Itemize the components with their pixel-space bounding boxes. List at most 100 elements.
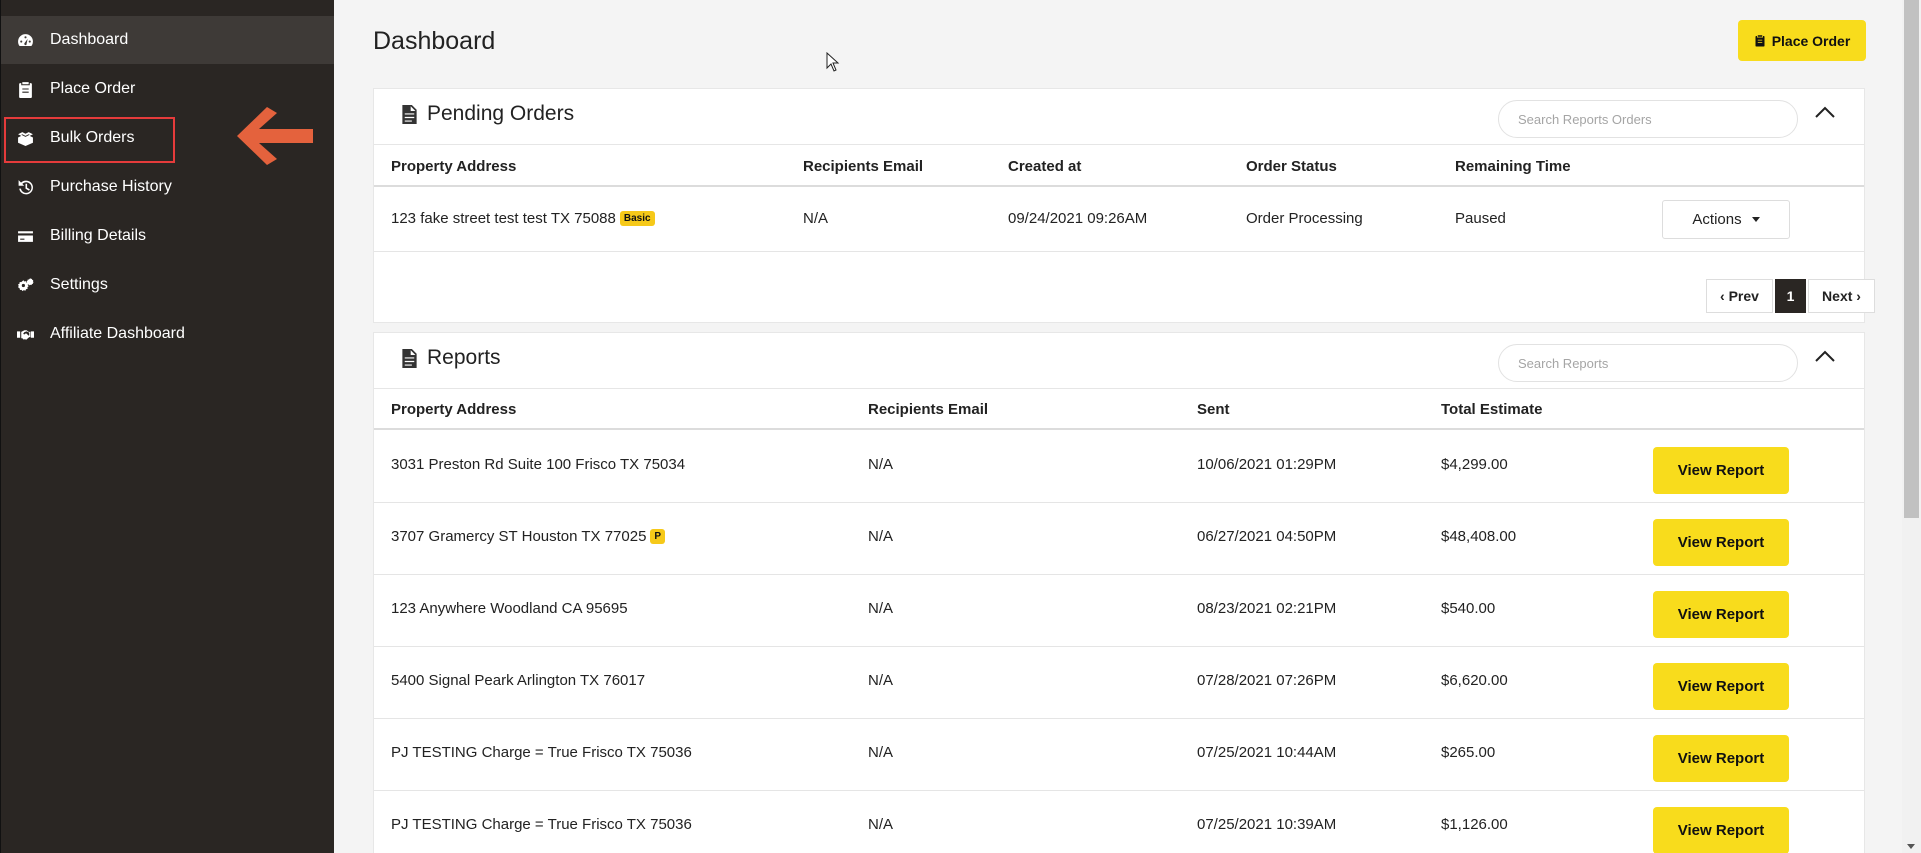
- recipients-email: N/A: [868, 456, 894, 473]
- reports-card: Reports Property Address Recipients Emai…: [373, 332, 1865, 853]
- page-title: Dashboard: [373, 27, 496, 55]
- card-header: Reports: [374, 333, 1864, 389]
- sent-date: 06/27/2021 04:50PM: [1197, 528, 1337, 545]
- table-row: 3031 Preston Rd Suite 100 Frisco TX 7503…: [374, 431, 1864, 503]
- card-title: Pending Orders: [402, 102, 574, 126]
- card-header: Pending Orders: [374, 89, 1864, 145]
- total-estimate: $265.00: [1441, 744, 1496, 761]
- place-order-button[interactable]: Place Order: [1738, 20, 1866, 61]
- sidebar-item-label: Purchase History: [50, 178, 172, 195]
- sent-date: 07/28/2021 07:26PM: [1197, 672, 1337, 689]
- column-header: Property Address: [391, 401, 517, 418]
- clipboard-icon: [1755, 35, 1765, 47]
- document-icon: [402, 104, 417, 124]
- recipients-email: N/A: [868, 744, 894, 761]
- history-icon: [16, 178, 34, 196]
- property-address: PJ TESTING Charge = True Frisco TX 75036: [391, 744, 692, 761]
- sent-date: 08/23/2021 02:21PM: [1197, 600, 1337, 617]
- property-address: 123 fake street test test TX 75088 Basic: [391, 210, 655, 227]
- chevron-up-icon: [1815, 106, 1835, 118]
- table-header: Property Address Recipients Email Create…: [374, 145, 1864, 187]
- pagination: ‹ Prev 1 Next ›: [1704, 279, 1875, 313]
- main-content: Dashboard Place Order Pending Orders Pro…: [334, 0, 1902, 853]
- recipients-email: N/A: [868, 816, 894, 833]
- actions-dropdown-button[interactable]: Actions: [1662, 200, 1790, 239]
- view-report-button[interactable]: View Report: [1653, 591, 1789, 638]
- plan-badge: P: [650, 529, 666, 544]
- table-row: PJ TESTING Charge = True Frisco TX 75036…: [374, 791, 1864, 853]
- address-text: 3707 Gramercy ST Houston TX 77025: [391, 528, 647, 545]
- recipients-email: N/A: [803, 210, 829, 227]
- column-header: Remaining Time: [1455, 158, 1571, 175]
- reports-title: Reports: [427, 346, 501, 369]
- sidebar-item-billing-details[interactable]: Billing Details: [1, 212, 335, 260]
- property-address: PJ TESTING Charge = True Frisco TX 75036: [391, 816, 692, 833]
- highlight-box: [4, 117, 175, 163]
- view-report-button[interactable]: View Report: [1653, 519, 1789, 566]
- pending-orders-title: Pending Orders: [427, 102, 575, 125]
- document-icon: [402, 348, 417, 368]
- scroll-down-arrow-icon[interactable]: [1907, 844, 1915, 849]
- table-header: Property Address Recipients Email Sent T…: [374, 388, 1864, 430]
- column-header: Sent: [1197, 401, 1230, 418]
- sidebar-item-settings[interactable]: Settings: [1, 261, 335, 309]
- column-header: Recipients Email: [868, 401, 989, 418]
- scrollbar-thumb[interactable]: [1904, 0, 1919, 518]
- actions-label: Actions: [1692, 211, 1742, 228]
- sidebar-item-label: Place Order: [50, 80, 136, 97]
- sent-date: 07/25/2021 10:44AM: [1197, 744, 1337, 761]
- total-estimate: $6,620.00: [1441, 672, 1508, 689]
- view-report-button[interactable]: View Report: [1653, 735, 1789, 782]
- column-header: Order Status: [1246, 158, 1337, 175]
- next-page-button[interactable]: Next ›: [1808, 279, 1875, 313]
- chevron-up-icon: [1815, 350, 1835, 362]
- view-report-button[interactable]: View Report: [1653, 663, 1789, 710]
- place-order-label: Place Order: [1771, 32, 1851, 49]
- recipients-email: N/A: [868, 672, 894, 689]
- caret-down-icon: [1751, 217, 1760, 222]
- sidebar-item-label: Settings: [50, 276, 108, 293]
- total-estimate: $48,408.00: [1441, 528, 1517, 545]
- page-number-button[interactable]: 1: [1775, 279, 1806, 313]
- scrollbar[interactable]: [1902, 0, 1921, 853]
- clipboard-icon: [16, 80, 34, 98]
- view-report-button[interactable]: View Report: [1653, 807, 1789, 853]
- column-header: Total Estimate: [1441, 401, 1543, 418]
- table-row: 123 fake street test test TX 75088 Basic…: [374, 188, 1864, 252]
- property-address: 123 Anywhere Woodland CA 95695: [391, 600, 628, 617]
- gears-icon: [16, 276, 34, 294]
- sent-date: 07/25/2021 10:39AM: [1197, 816, 1337, 833]
- table-row: 3707 Gramercy ST Houston TX 77025 P N/A …: [374, 503, 1864, 575]
- sidebar-item-dashboard[interactable]: Dashboard: [1, 16, 335, 64]
- sidebar-item-place-order[interactable]: Place Order: [1, 65, 335, 113]
- sidebar-item-purchase-history[interactable]: Purchase History: [1, 163, 335, 211]
- column-header: Property Address: [391, 158, 517, 175]
- search-reports-input[interactable]: [1498, 344, 1798, 382]
- collapse-toggle[interactable]: [1814, 105, 1840, 131]
- plan-badge: Basic: [619, 211, 655, 226]
- search-pending-orders-input[interactable]: [1498, 100, 1798, 138]
- card-title: Reports: [402, 346, 501, 370]
- recipients-email: N/A: [868, 528, 894, 545]
- sidebar-item-label: Affiliate Dashboard: [50, 325, 185, 342]
- column-header: Created at: [1008, 158, 1082, 175]
- property-address: 5400 Signal Peark Arlington TX 76017: [391, 672, 646, 689]
- collapse-toggle[interactable]: [1814, 349, 1840, 375]
- table-row: PJ TESTING Charge = True Frisco TX 75036…: [374, 719, 1864, 791]
- mouse-cursor-icon: [826, 52, 840, 72]
- sidebar-item-label: Dashboard: [50, 31, 129, 48]
- handshake-icon: [16, 325, 34, 343]
- property-address: 3707 Gramercy ST Houston TX 77025 P: [391, 528, 666, 545]
- created-at: 09/24/2021 09:26AM: [1008, 210, 1148, 227]
- dashboard-icon: [16, 31, 34, 49]
- sent-date: 10/06/2021 01:29PM: [1197, 456, 1337, 473]
- view-report-button[interactable]: View Report: [1653, 447, 1789, 494]
- column-header: Recipients Email: [803, 158, 924, 175]
- prev-page-button[interactable]: ‹ Prev: [1706, 279, 1773, 313]
- total-estimate: $1,126.00: [1441, 816, 1508, 833]
- table-row: 123 Anywhere Woodland CA 95695 N/A 08/23…: [374, 575, 1864, 647]
- order-status: Order Processing: [1246, 210, 1363, 227]
- arrow-left-icon: [237, 107, 313, 165]
- sidebar-item-affiliate-dashboard[interactable]: Affiliate Dashboard: [1, 310, 335, 358]
- remaining-time: Paused: [1455, 210, 1506, 227]
